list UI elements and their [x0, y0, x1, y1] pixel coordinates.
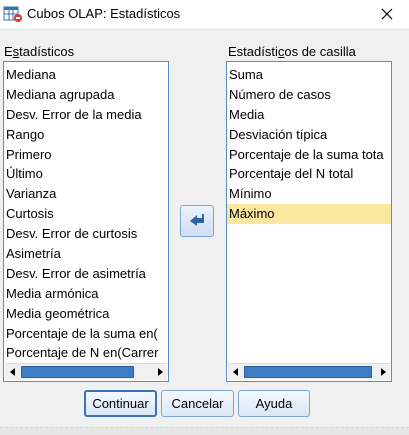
list-item[interactable]: Desviación típica: [227, 125, 391, 145]
cancel-button[interactable]: Cancelar: [161, 390, 234, 417]
scroll-right-button[interactable]: [375, 364, 390, 380]
scrollbar-thumb[interactable]: [244, 366, 372, 378]
list-item[interactable]: Mediana agrupada: [4, 85, 168, 105]
list-item[interactable]: Porcentaje del N total: [227, 164, 391, 184]
list-item[interactable]: Máximo: [227, 204, 391, 225]
scroll-right-icon: [157, 368, 163, 376]
scroll-left-icon: [232, 368, 238, 376]
horizontal-scrollbar[interactable]: [228, 363, 390, 380]
list-item[interactable]: Porcentaje de la suma tota: [227, 145, 391, 165]
list-item[interactable]: Asimetría: [4, 244, 168, 264]
list-item[interactable]: Primero: [4, 145, 168, 165]
list-item[interactable]: Mínimo: [227, 184, 391, 204]
list-item[interactable]: Desv. Error de asimetría: [4, 264, 168, 284]
help-button[interactable]: Ayuda: [238, 390, 310, 417]
spss-table-icon: [3, 5, 23, 23]
window-bottom-edge: [0, 427, 409, 435]
list-item[interactable]: Suma: [227, 65, 391, 85]
cell-statistics-listbox[interactable]: Suma Número de casos Media Desviación típic…: [226, 61, 392, 382]
scroll-left-icon: [9, 368, 15, 376]
statistics-listbox[interactable]: Mediana Mediana agrupada Desv. Error de la…: [3, 61, 169, 382]
list-item[interactable]: Varianza: [4, 184, 168, 204]
list-item[interactable]: Desv. Error de curtosis: [4, 224, 168, 244]
list-item[interactable]: Media geométrica: [4, 304, 168, 324]
scroll-right-button[interactable]: [152, 364, 167, 380]
close-icon: [381, 8, 393, 23]
scroll-left-button[interactable]: [5, 364, 20, 380]
close-button[interactable]: [369, 0, 405, 30]
list-item[interactable]: Media: [227, 105, 391, 125]
move-to-source-button[interactable]: [180, 205, 214, 237]
scroll-left-button[interactable]: [228, 364, 243, 380]
continue-button[interactable]: Continuar: [84, 390, 157, 417]
list-item[interactable]: Porcentaje de N en(Carrer: [4, 343, 168, 363]
statistics-label: Estadísticos: [4, 44, 75, 59]
list-item[interactable]: Curtosis: [4, 204, 168, 224]
scrollbar-thumb[interactable]: [21, 366, 134, 378]
list-item[interactable]: Último: [4, 164, 168, 184]
list-item[interactable]: Desv. Error de la media: [4, 105, 168, 125]
move-left-arrow-icon: [189, 213, 205, 230]
window-title: Cubos OLAP: Estadísticos: [27, 6, 181, 21]
list-item[interactable]: Media armónica: [4, 284, 168, 304]
scroll-right-icon: [380, 368, 386, 376]
title-bar: Cubos OLAP: Estadísticos: [0, 0, 409, 30]
list-item[interactable]: Porcentaje de la suma en(: [4, 324, 168, 344]
list-item[interactable]: Rango: [4, 125, 168, 145]
list-item[interactable]: Número de casos: [227, 85, 391, 105]
horizontal-scrollbar[interactable]: [5, 363, 167, 380]
cell-statistics-label: Estadísticos de casilla: [228, 44, 356, 59]
list-item[interactable]: Mediana: [4, 65, 168, 85]
